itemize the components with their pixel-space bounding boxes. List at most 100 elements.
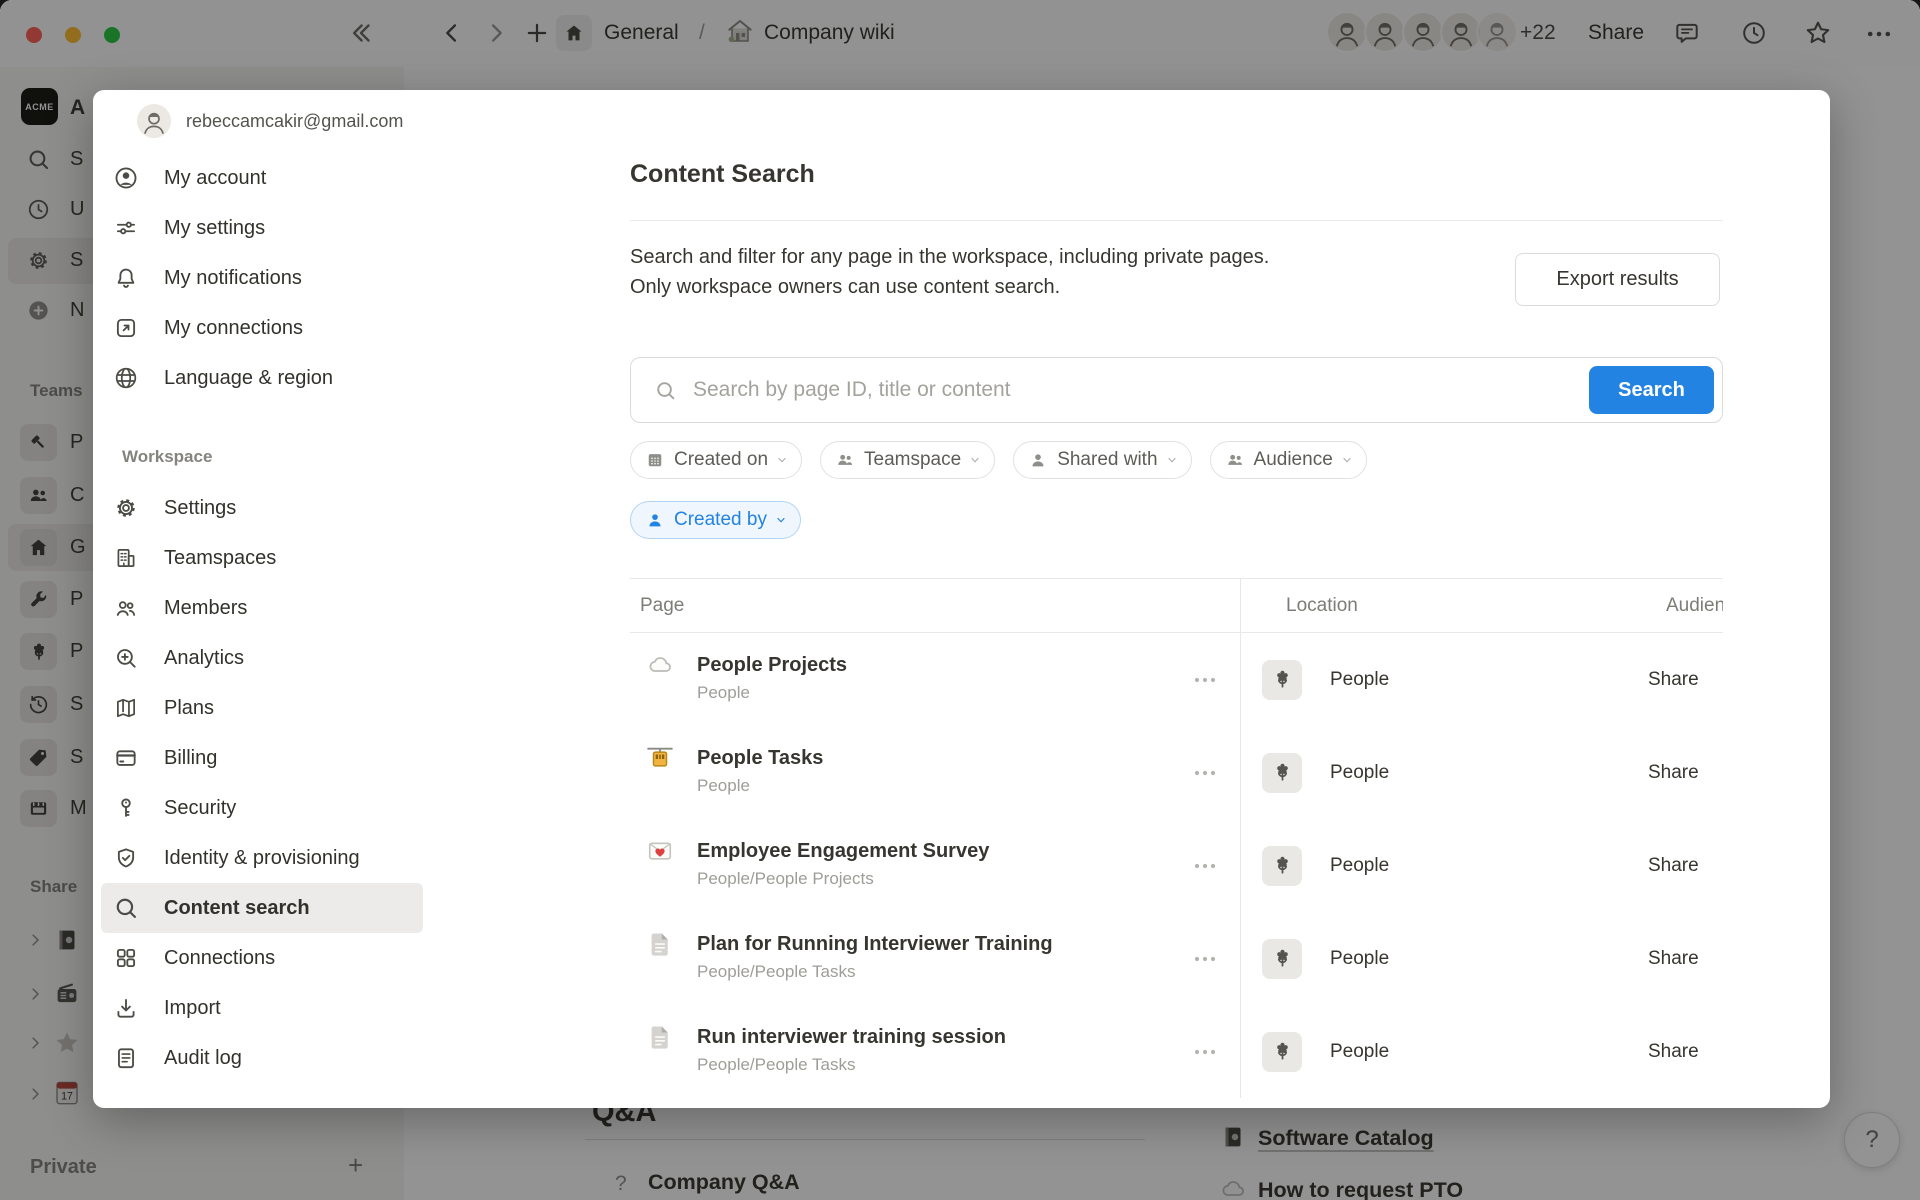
map-icon xyxy=(113,695,139,721)
location-cell: People xyxy=(1240,819,1648,912)
filter-created-on[interactable]: Created on xyxy=(630,441,802,479)
sidebar-item-analytics[interactable]: Analytics xyxy=(93,633,433,683)
filter-created-by[interactable]: Created by xyxy=(630,501,801,539)
row-more-icon[interactable] xyxy=(1192,670,1218,690)
sidebar-item-my-connections[interactable]: My connections xyxy=(93,303,433,353)
sidebar-item-identity-provisioning[interactable]: Identity & provisioning xyxy=(93,833,433,883)
search-input[interactable] xyxy=(691,377,1722,403)
sidebar-item-members[interactable]: Members xyxy=(93,583,433,633)
row-more-icon[interactable] xyxy=(1192,763,1218,783)
page-title[interactable]: People Tasks xyxy=(697,745,823,772)
love-letter-icon xyxy=(645,836,675,866)
chevron-down-icon xyxy=(776,454,788,466)
active-filter-row: Created by xyxy=(630,501,801,539)
chevron-down-icon xyxy=(1166,454,1178,466)
search-icon xyxy=(654,379,677,402)
document-icon xyxy=(645,1022,675,1052)
sidebar-item-security[interactable]: Security xyxy=(93,783,433,833)
flower-icon xyxy=(1262,846,1302,886)
sidebar-item-plans[interactable]: Plans xyxy=(93,683,433,733)
cloud-icon xyxy=(645,650,675,680)
export-results-button[interactable]: Export results xyxy=(1515,253,1720,306)
people-icon xyxy=(1225,450,1245,470)
page-description: Search and filter for any page in the wo… xyxy=(630,242,1400,302)
filter-audience[interactable]: Audience xyxy=(1210,441,1367,479)
row-more-icon[interactable] xyxy=(1192,856,1218,876)
sidebar-item-settings[interactable]: Settings xyxy=(93,483,433,533)
account-email: rebeccamcakir@gmail.com xyxy=(186,111,403,132)
table-row[interactable]: Run interviewer training sessionPeople/P… xyxy=(630,1005,1723,1098)
page-cell: Run interviewer training sessionPeople/P… xyxy=(630,1005,1240,1098)
sidebar-item-my-settings[interactable]: My settings xyxy=(93,203,433,253)
location-cell: People xyxy=(1240,912,1648,1005)
flower-icon xyxy=(1262,1032,1302,1072)
title-divider xyxy=(630,220,1723,221)
flower-icon xyxy=(1262,753,1302,793)
page-title[interactable]: People Projects xyxy=(697,652,847,679)
table-row[interactable]: People TasksPeople People Share xyxy=(630,726,1723,819)
sidebar-item-connections[interactable]: Connections xyxy=(93,933,433,983)
flower-icon xyxy=(1262,939,1302,979)
filter-chip-row: Created on Teamspace Shared with Audienc… xyxy=(630,441,1367,479)
location-name: People xyxy=(1330,1041,1389,1063)
account-menu: My account My settings My notifications … xyxy=(93,153,433,403)
sidebar-item-language-region[interactable]: Language & region xyxy=(93,353,433,403)
table-row[interactable]: Plan for Running Interviewer Training Peo… xyxy=(630,912,1723,1005)
filter-teamspace[interactable]: Teamspace xyxy=(820,441,995,479)
person-icon xyxy=(1028,450,1048,470)
sidebar-item-content-search[interactable]: Content search xyxy=(101,883,423,933)
sidebar-item-my-account[interactable]: My account xyxy=(93,153,433,203)
page-title[interactable]: Plan for Running Interviewer Training xyxy=(697,931,1053,958)
column-header-page[interactable]: Page xyxy=(630,595,1240,617)
column-header-audience[interactable]: Audience xyxy=(1666,595,1723,617)
sidebar-item-audit-log[interactable]: Audit log xyxy=(93,1033,433,1083)
page-cell: People TasksPeople xyxy=(630,726,1240,819)
location-cell: People xyxy=(1240,1005,1648,1098)
chevron-down-icon xyxy=(969,454,981,466)
sidebar-item-import[interactable]: Import xyxy=(93,983,433,1033)
audience-cell: Share xyxy=(1648,1005,1723,1098)
tramway-icon xyxy=(645,743,675,773)
page-title[interactable]: Employee Engagement Survey xyxy=(697,838,989,865)
sidebar-item-teamspaces[interactable]: Teamspaces xyxy=(93,533,433,583)
download-icon xyxy=(113,995,139,1021)
filter-shared-with[interactable]: Shared with xyxy=(1013,441,1191,479)
description-line-2: Only workspace owners can use content se… xyxy=(630,272,1400,302)
arrow-up-right-square-icon xyxy=(113,315,139,341)
sidebar-item-my-notifications[interactable]: My notifications xyxy=(93,253,433,303)
people-icon xyxy=(835,450,855,470)
flower-icon xyxy=(1262,660,1302,700)
chevron-down-icon xyxy=(775,514,787,526)
credit-card-icon xyxy=(113,745,139,771)
page-cell: Plan for Running Interviewer TrainingPeo… xyxy=(630,912,1240,1005)
grid-icon xyxy=(113,945,139,971)
building-icon xyxy=(113,545,139,571)
page-path: People xyxy=(697,774,823,797)
sidebar-item-billing[interactable]: Billing xyxy=(93,733,433,783)
search-icon xyxy=(113,895,139,921)
workspace-section-header: Workspace xyxy=(122,447,212,467)
table-row[interactable]: Employee Engagement SurveyPeople/People … xyxy=(630,819,1723,912)
user-avatar xyxy=(137,104,171,138)
person-circle-icon xyxy=(113,165,139,191)
account-row: rebeccamcakir@gmail.com xyxy=(122,104,403,138)
audience-cell: Share xyxy=(1648,912,1723,1005)
location-name: People xyxy=(1330,669,1389,691)
description-line-1: Search and filter for any page in the wo… xyxy=(630,242,1400,272)
table-header: Page Location Audience xyxy=(630,578,1723,633)
audience-cell: Share xyxy=(1648,726,1723,819)
globe-icon xyxy=(113,365,139,391)
chevron-down-icon xyxy=(1341,454,1353,466)
table-row[interactable]: People ProjectsPeople People Share xyxy=(630,633,1723,726)
location-name: People xyxy=(1330,948,1389,970)
results-table: Page Location Audience People Projects Pe… xyxy=(630,578,1723,1098)
column-header-location[interactable]: Location xyxy=(1240,595,1666,617)
location-cell: People xyxy=(1240,726,1648,819)
row-more-icon[interactable] xyxy=(1192,949,1218,969)
settings-sidebar: rebeccamcakir@gmail.com My account My se… xyxy=(93,90,520,1108)
page-path: People/People Projects xyxy=(697,867,989,890)
page-title[interactable]: Run interviewer training session xyxy=(697,1024,1006,1051)
magnifier-plus-icon xyxy=(113,645,139,671)
row-more-icon[interactable] xyxy=(1192,1042,1218,1062)
search-button[interactable]: Search xyxy=(1589,366,1714,414)
